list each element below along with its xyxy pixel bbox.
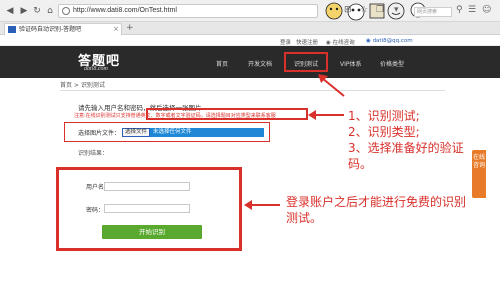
arrow-to-login (244, 200, 280, 210)
nav-home[interactable]: 首页 (216, 59, 228, 68)
forward-arrow-icon[interactable]: ▶ (18, 5, 30, 17)
browser-toolbar: ◀ ▶ ↻ ⌂ http://www.dati8.com/OnTest.html… (0, 0, 500, 22)
nav-highlight-frame (284, 52, 328, 72)
password-label: 密码： (86, 207, 105, 214)
nav-pricing[interactable]: 价格类型 (380, 59, 404, 68)
home-icon[interactable]: ⌂ (44, 5, 56, 17)
star-icon[interactable]: ☆ (360, 5, 368, 15)
site-logo-subtitle: dati8.com (84, 66, 108, 72)
user-email: dati8@qq.com (372, 38, 413, 44)
annotation-step-2: 2、识别类型; (348, 125, 420, 139)
annotation-step-3-cont: 码。 (348, 157, 373, 171)
new-tab-button[interactable]: + (126, 23, 134, 33)
nav-dev-docs[interactable]: 开发文档 (248, 59, 272, 68)
upload-label: 选择图片文件： (78, 130, 121, 137)
search-icon[interactable]: ⚲ (456, 5, 463, 15)
globe-icon (62, 7, 70, 15)
notice-highlight-frame (146, 108, 308, 120)
nav-vip[interactable]: VIP体系 (340, 59, 362, 68)
tab-strip: 验证码自动识别-答题吧 × + (0, 22, 500, 35)
dropdown-icon[interactable]: ▾ (394, 5, 399, 15)
site-header: 答题吧 dati8.com 首页 开发文档 识别测试 VIP体系 价格类型 (0, 46, 500, 78)
user-account-link[interactable]: ◉ dati8@qq.com (366, 38, 413, 44)
breadcrumb: 首页 > 识别测试 (60, 82, 105, 89)
username-field[interactable] (104, 182, 190, 191)
fold-icon[interactable]: ❐ (376, 5, 384, 15)
password-field[interactable] (104, 204, 190, 213)
result-label: 识别结果： (78, 150, 109, 157)
arrow-to-notice (308, 110, 344, 120)
grid-icon[interactable]: ⊞ (344, 5, 352, 15)
tab-active[interactable]: 验证码自动识别-答题吧 × (4, 23, 122, 35)
url-text: http://www.dati8.com/OnTest.html (73, 7, 177, 14)
site-topbar: 登录 快速注册 ◉ 在线咨询 ◉ dati8@qq.com (0, 36, 500, 46)
login-link[interactable]: 登录 (280, 38, 291, 46)
file-name-field[interactable]: 未选择任何文件 (150, 128, 264, 137)
online-consult-link[interactable]: ◉ 在线咨询 (326, 38, 355, 46)
menu-icon[interactable]: ☰ (468, 5, 476, 15)
start-recognition-button[interactable]: 开始识别 (102, 225, 202, 239)
annotation-login-line-2: 测试。 (286, 211, 323, 225)
user-icon[interactable]: ☺ (482, 5, 491, 15)
side-consult-tab[interactable]: 在线咨询 (472, 150, 486, 198)
annotation-steps: 1、识别测试; 2、识别类型; 3、选择准备好的验证 码。 (348, 108, 464, 172)
site-favicon-icon (8, 26, 16, 33)
divider (60, 90, 445, 91)
choose-file-button[interactable]: 选择文件 (122, 128, 150, 137)
back-arrow-icon[interactable]: ◀ (4, 5, 16, 17)
annotation-login: 登录账户之后才能进行免费的识别 测试。 (286, 194, 466, 226)
annotation-login-line-1: 登录账户之后才能进行免费的识别 (286, 195, 467, 209)
reload-icon[interactable]: ↻ (31, 5, 43, 17)
register-link[interactable]: 快速注册 (296, 38, 318, 46)
tab-title: 验证码自动识别-答题吧 (19, 26, 82, 33)
close-icon[interactable]: × (113, 24, 119, 35)
annotation-step-3: 3、选择准备好的验证 (348, 141, 464, 155)
search-input[interactable]: 网页搜索 (414, 7, 452, 17)
address-bar[interactable]: http://www.dati8.com/OnTest.html (58, 4, 318, 18)
arrow-to-nav (318, 74, 345, 97)
annotation-step-1: 1、识别测试; (348, 109, 420, 123)
